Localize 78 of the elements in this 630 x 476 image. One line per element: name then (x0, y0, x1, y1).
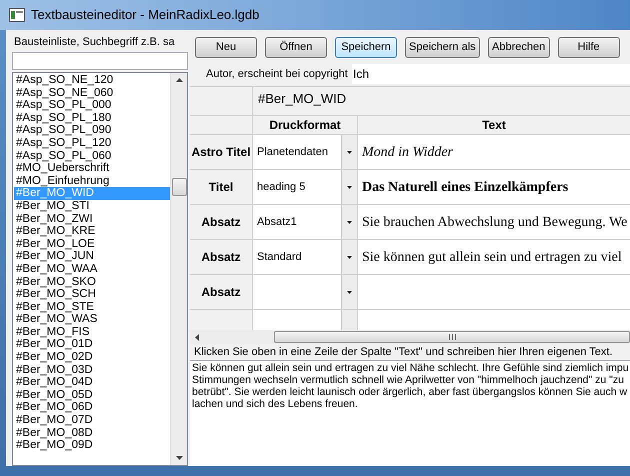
dropdown-button[interactable] (341, 240, 357, 274)
caret-icon (347, 290, 352, 294)
list-item[interactable]: #Ber_MO_07D (14, 414, 170, 427)
list-item[interactable]: #Asp_SO_NE_060 (14, 86, 170, 100)
scroll-left-icon[interactable] (195, 334, 199, 340)
text-cell[interactable]: Sie brauchen Abwechslung und Bewegung. We (358, 205, 630, 239)
scroll-thumb[interactable] (172, 178, 186, 196)
editor-line: lachen und sich des Lebens freuen. (192, 398, 359, 410)
list-item[interactable]: #Ber_MO_LOE (14, 238, 170, 250)
format-cell[interactable]: Standard (253, 240, 341, 274)
caret-icon (347, 150, 352, 154)
author-label: Autor, erscheint bei copyright (205, 66, 349, 82)
scroll-thumb[interactable] (274, 331, 630, 343)
text-cell[interactable]: Das Naturell eines Einzelkämpfers (358, 170, 630, 204)
list-item[interactable]: #Ber_MO_02D (14, 351, 170, 364)
list-item[interactable]: #Asp_SO_PL_120 (14, 136, 170, 150)
dropdown-button[interactable] (341, 205, 357, 239)
list-item[interactable]: #Asp_SO_NE_120 (14, 74, 170, 87)
toolbar-button[interactable]: Öffnen (265, 37, 327, 58)
scroll-down-icon[interactable] (176, 456, 182, 460)
toolbar-button[interactable]: Abbrechen (488, 37, 550, 58)
list-item[interactable]: #MO_Ueberschrift (14, 162, 170, 175)
toolbar-button[interactable]: Hilfe (558, 37, 620, 58)
list-item[interactable]: #Ber_MO_SCH (14, 288, 170, 301)
dropdown-button[interactable] (341, 275, 357, 309)
search-field[interactable] (12, 52, 188, 70)
text-cell[interactable]: Mond in Widder (358, 135, 630, 169)
scrollbar[interactable] (170, 73, 187, 465)
window-title: Textbausteineditor - MeinRadixLeo.lgdb (31, 6, 260, 24)
dropdown-button[interactable] (341, 135, 357, 169)
caret-icon (347, 186, 352, 188)
list-item[interactable]: #Ber_MO_03D (14, 364, 170, 376)
list-item[interactable]: #Ber_MO_08D (14, 426, 170, 440)
dropdown-button[interactable] (341, 170, 357, 204)
list-item[interactable]: #Ber_MO_04D (14, 376, 170, 389)
format-cell[interactable]: Planetendaten (253, 135, 341, 169)
list-item[interactable]: #Asp_SO_PL_090 (14, 124, 170, 137)
hint-text: Klicken Sie oben in eine Zeile der Spalte "Text" und schreiben hier Ihren eigenen Text. (193, 345, 614, 360)
list-label: Bausteinliste, Suchbegriff z.B. sa (13, 36, 176, 49)
list-item[interactable]: #Ber_MO_WAS (14, 313, 170, 326)
list-item[interactable]: #Ber_MO_SKO (14, 276, 170, 288)
format-cell[interactable]: heading 5 (253, 170, 341, 204)
list-item[interactable]: #Ber_MO_STE (14, 300, 170, 314)
editor-line: Stimmungen wechseln vermutlich schnell wie Aprilwetter von "himmelhoch jauchzend" zu "zu (192, 374, 625, 386)
text-editor[interactable] (190, 360, 630, 466)
list-item[interactable]: #Ber_MO_FIS (14, 326, 170, 338)
format-cell[interactable] (253, 275, 341, 309)
author-field[interactable]: Ich (352, 64, 630, 84)
horizontal-scrollbar[interactable] (190, 330, 630, 344)
list-item[interactable]: #Ber_MO_05D (14, 388, 170, 402)
list-item[interactable]: #Ber_MO_09D (14, 439, 170, 452)
column-header[interactable]: Text (358, 116, 630, 134)
caret-icon (347, 256, 352, 258)
list-item[interactable]: #Ber_MO_01D (14, 338, 170, 352)
format-cell[interactable]: Absatz1 (253, 205, 341, 239)
list-item[interactable]: #Ber_MO_JUN (14, 250, 170, 263)
editor-line: betrübt". Sie werden leicht launisch oder ärgerlich, aber fast übergangslos können Sie auch w (192, 386, 628, 398)
list-item[interactable]: #MO_Einfuehrung (14, 174, 170, 188)
toolbar-button[interactable]: Speichern als (405, 37, 480, 58)
grid-caption: #Ber_MO_WID (257, 90, 346, 108)
list-item[interactable]: #Ber_MO_KRE (14, 225, 170, 238)
list-item[interactable]: #Asp_SO_PL_000 (14, 99, 170, 112)
app-icon (9, 8, 25, 22)
text-cell[interactable] (358, 275, 630, 309)
toolbar-button[interactable]: Speichern (335, 37, 397, 58)
list-item[interactable]: #Asp_SO_PL_180 (14, 112, 170, 124)
text-cell[interactable]: Sie können gut allein sein und ertragen zu viel (358, 240, 630, 274)
list-item[interactable]: #Ber_MO_WAA (14, 262, 170, 276)
list-item[interactable]: #Asp_SO_PL_060 (14, 150, 170, 162)
toolbar-button[interactable]: Neu (195, 37, 257, 58)
list-item[interactable]: #Ber_MO_STI (14, 200, 170, 213)
list-item[interactable]: #Ber_MO_ZWI (14, 212, 170, 226)
editor-line: Sie können gut allein sein und ertragen zu viel Nähe schlecht. Ihre Gefühle sind ziemlich impu (192, 362, 630, 374)
scroll-up-icon[interactable] (176, 78, 182, 82)
caret-icon (347, 220, 352, 224)
list-item[interactable]: #Ber_MO_06D (14, 401, 170, 414)
column-header[interactable]: Druckformat (253, 116, 358, 134)
grip-icon (448, 334, 456, 340)
